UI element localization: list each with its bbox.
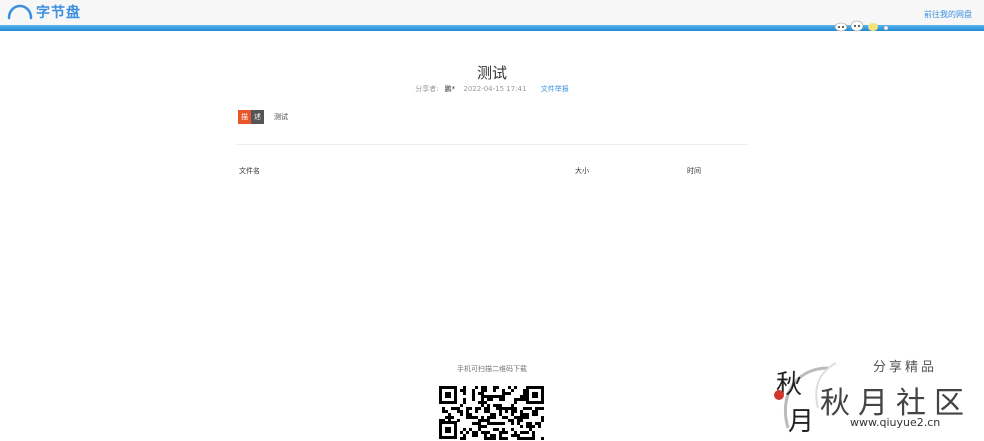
cloud-logo-icon [7, 4, 33, 20]
watermark-share-text: 分享精品 [873, 360, 938, 375]
qr-code [437, 384, 546, 441]
share-datetime: 2022-04-15 17:41 [463, 85, 527, 93]
description-row: 描 述 测试 [238, 110, 288, 124]
logo-text: 字节盘 [36, 5, 81, 21]
column-header-time[interactable]: 时间 [687, 166, 701, 176]
share-title: 测试 [476, 64, 507, 82]
report-file-link[interactable]: 文件举报 [541, 85, 569, 93]
sharer-name: 鹏* [444, 85, 456, 93]
description-badge: 描 述 [238, 110, 264, 124]
goto-my-drive-link[interactable]: 前往我的网盘 [924, 9, 972, 20]
column-header-filename[interactable]: 文件名 [239, 166, 260, 176]
watermark-url: www.qiuyue2.cn [850, 416, 941, 429]
badge-left: 描 [238, 110, 251, 124]
section-divider [236, 144, 748, 145]
sharer-label: 分享者: [415, 85, 439, 93]
badge-right: 述 [251, 110, 264, 124]
column-header-size[interactable]: 大小 [575, 166, 589, 176]
share-meta: 分享者: 鹏* 2022-04-15 17:41 文件举报 [0, 84, 984, 94]
mascot-illustration [834, 20, 889, 32]
svg-text:月: 月 [788, 407, 814, 437]
site-logo[interactable]: 字节盘 [6, 3, 81, 21]
description-text: 测试 [274, 113, 288, 121]
